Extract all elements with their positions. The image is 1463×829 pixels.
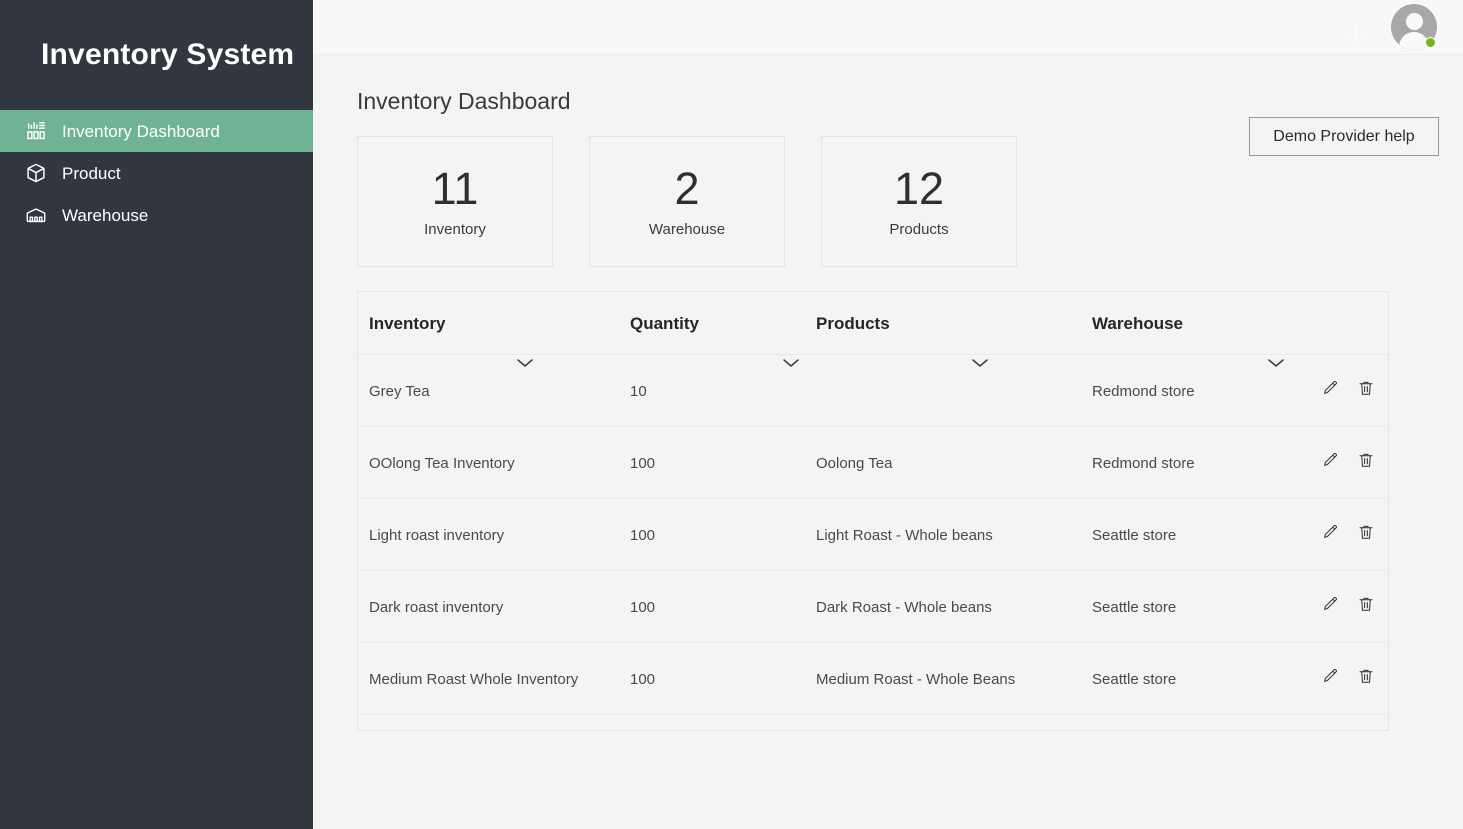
cell-products: Light Roast - Whole beans [816, 498, 1092, 571]
page-title: Inventory Dashboard [357, 88, 571, 114]
sidebar-item-label: Inventory Dashboard [62, 121, 220, 141]
stat-value: 12 [893, 162, 945, 214]
dashboard-bar-chart-icon [24, 119, 48, 143]
stat-card-inventory[interactable]: 11 Inventory [357, 136, 553, 267]
cell-products: Dark Roast - Whole beans [816, 570, 1092, 643]
pencil-icon[interactable] [1317, 595, 1343, 619]
app-brand-title: Inventory System [41, 38, 295, 71]
stat-value: 2 [674, 162, 700, 214]
stat-card-warehouse[interactable]: 2 Warehouse [589, 136, 785, 267]
inventory-table-container: Inventory Quantity Products Warehouse Gr… [357, 291, 1389, 731]
table-row[interactable]: Medium Roast Whole Inventory 100 Medium Ro… [358, 642, 1388, 715]
cell-quantity: 100 [630, 714, 816, 730]
table-row[interactable]: French Vanilla Inventory100French Vanill… [358, 714, 1388, 730]
cell-inventory: French Vanilla Inventory [358, 714, 630, 730]
cell-actions [1300, 426, 1388, 499]
column-header-quantity[interactable]: Quantity [630, 292, 816, 355]
trash-icon[interactable] [1353, 595, 1379, 619]
avatar-head [1405, 13, 1423, 30]
cell-quantity: 100 [630, 498, 816, 571]
stat-card-products[interactable]: 12 Products [821, 136, 1017, 267]
trash-icon[interactable] [1353, 667, 1379, 691]
sort-chevron-warehouse[interactable] [1266, 356, 1288, 372]
table-header: Inventory Quantity Products Warehouse [358, 292, 1388, 355]
cell-actions [1300, 642, 1388, 715]
table-row[interactable]: OOlong Tea Inventory 100 Oolong Tea Redmond… [358, 426, 1388, 499]
sort-chevron-inventory[interactable] [515, 356, 537, 372]
sidebar-item-label: Warehouse [62, 205, 149, 225]
sidebar-item-label: Product [62, 163, 121, 183]
app-root: Inventory System Inventory Dashboard Pro… [0, 0, 1463, 829]
cell-warehouse: Seattle store [1092, 570, 1300, 643]
stat-value: 11 [431, 162, 479, 214]
pencil-icon[interactable] [1317, 667, 1343, 691]
pencil-icon[interactable] [1317, 379, 1343, 403]
cell-inventory: Grey Tea [358, 354, 630, 427]
pencil-icon[interactable] [1317, 451, 1343, 475]
demo-provider-help-button[interactable]: Demo Provider help [1249, 117, 1439, 156]
trash-icon[interactable] [1353, 451, 1379, 475]
stat-label: Products [889, 220, 949, 238]
main-area: Inventory Dashboard Demo Provider help 1… [313, 0, 1463, 829]
user-avatar-icon[interactable] [1391, 4, 1437, 50]
cell-warehouse: Seattle store [1092, 714, 1300, 730]
top-bar [313, 0, 1463, 55]
table-header-row: Inventory Quantity Products Warehouse [358, 292, 1388, 355]
table-row[interactable]: Light roast inventory 100 Light Roast - Wh… [358, 498, 1388, 571]
cell-products [816, 354, 1092, 427]
table-body: Grey Tea 10 Redmond store OOlong Tea Invent… [358, 354, 1388, 730]
cell-inventory: Dark roast inventory [358, 570, 630, 643]
add-record-fab[interactable] [1340, 20, 1370, 50]
column-header-products[interactable]: Products [816, 292, 1092, 355]
stat-label: Inventory [424, 220, 486, 238]
table-row[interactable]: Grey Tea 10 Redmond store [358, 354, 1388, 427]
trash-icon[interactable] [1353, 523, 1379, 547]
cell-quantity: 100 [630, 642, 816, 715]
cell-warehouse: Seattle store [1092, 498, 1300, 571]
warehouse-icon [24, 203, 48, 227]
cell-quantity: 100 [630, 570, 816, 643]
cell-inventory: OOlong Tea Inventory [358, 426, 630, 499]
box-icon [24, 161, 48, 185]
cell-inventory: Light roast inventory [358, 498, 630, 571]
cell-warehouse: Redmond store [1092, 426, 1300, 499]
stat-label: Warehouse [648, 220, 726, 238]
column-header-warehouse[interactable]: Warehouse [1092, 292, 1300, 355]
cell-actions [1300, 714, 1388, 730]
cell-actions [1300, 354, 1388, 427]
cell-products: Medium Roast - Whole Beans [816, 642, 1092, 715]
sidebar-item-product[interactable]: Product [0, 152, 313, 194]
column-header-inventory[interactable]: Inventory [358, 292, 630, 355]
status-online-dot [1425, 37, 1436, 48]
pencil-icon[interactable] [1317, 523, 1343, 547]
stat-cards: 11 Inventory 2 Warehouse 12 Products [357, 136, 1017, 267]
sort-chevron-quantity[interactable] [781, 356, 803, 372]
cell-warehouse: Seattle store [1092, 642, 1300, 715]
cell-actions [1300, 570, 1388, 643]
sidebar-item-inventory-dashboard[interactable]: Inventory Dashboard [0, 110, 313, 152]
cell-inventory: Medium Roast Whole Inventory [358, 642, 630, 715]
cell-actions [1300, 498, 1388, 571]
cell-products: Oolong Tea [816, 426, 1092, 499]
column-header-actions [1300, 292, 1388, 355]
cell-products: French Vanilla [816, 714, 1092, 730]
sort-chevron-products[interactable] [970, 356, 992, 372]
inventory-table: Inventory Quantity Products Warehouse Gr… [358, 292, 1388, 730]
plus-icon [1342, 22, 1368, 48]
cell-quantity: 100 [630, 426, 816, 499]
table-row[interactable]: Dark roast inventory 100 Dark Roast - Whol… [358, 570, 1388, 643]
trash-icon[interactable] [1353, 379, 1379, 403]
sidebar: Inventory System Inventory Dashboard Pro… [0, 0, 313, 829]
sidebar-item-warehouse[interactable]: Warehouse [0, 194, 313, 236]
